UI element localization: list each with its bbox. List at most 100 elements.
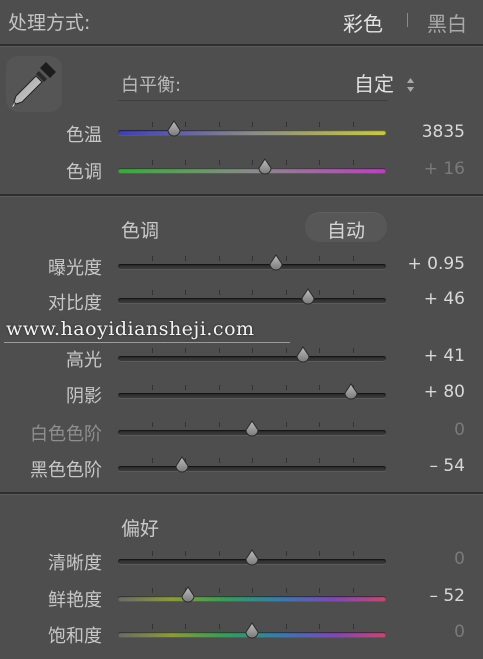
blacks-slider[interactable] [118,466,386,471]
highlights-value[interactable]: + 41 [375,346,465,366]
eyedropper-button[interactable] [6,56,62,112]
slider-thumb[interactable] [257,158,273,176]
temp-value[interactable]: 3835 [375,122,465,142]
slider-tick [319,624,320,629]
slider-tick [286,122,287,127]
watermark-underline [4,342,290,343]
vibrance-value[interactable]: – 52 [375,586,465,606]
slider-tick [353,551,354,556]
blacks-value[interactable]: – 54 [375,456,465,476]
clarity-value[interactable]: 0 [375,549,465,569]
slider-tick [286,290,287,295]
tone-divider [0,492,483,495]
contrast-slider[interactable] [118,298,386,303]
whites-value[interactable]: 0 [375,420,465,440]
whites-label: 白色色阶 [30,424,102,445]
tint-slider[interactable] [118,168,386,173]
slider-thumb[interactable] [300,288,316,306]
contrast-value[interactable]: + 46 [375,289,465,309]
exposure-slider[interactable] [118,264,386,269]
tone-section-title: 色调 [121,220,160,242]
saturation-label: 饱和度 [48,626,102,647]
slider-tick [152,122,153,127]
slider-tick [319,422,320,427]
slider-tick [319,385,320,390]
slider-tick [353,122,354,127]
up-down-arrows-icon [406,74,415,98]
shadows-label: 阴影 [66,386,102,407]
slider-tick [185,160,186,165]
slider-tick [152,385,153,390]
wb-label: 白平衡: [121,75,182,96]
slider-thumb[interactable] [180,586,196,604]
slider-tick [286,551,287,556]
treatment-color-option[interactable]: 彩色 [343,8,383,37]
slider-tick [286,422,287,427]
slider-thumb[interactable] [268,254,284,272]
slider-tick [353,348,354,353]
slider-tick [353,458,354,463]
slider-tick [185,385,186,390]
shadows-value[interactable]: + 80 [375,382,465,402]
slider-tick [185,422,186,427]
saturation-value[interactable]: 0 [375,622,465,642]
slider-tick [152,160,153,165]
temp-slider[interactable] [118,130,386,135]
wb-underline [118,100,388,101]
blacks-label: 黑色色阶 [30,460,102,481]
presence-section-title: 偏好 [121,518,160,540]
slider-tick [353,624,354,629]
vibrance-slider[interactable] [118,596,386,601]
slider-thumb[interactable] [343,383,359,401]
slider-tick [219,458,220,463]
slider-tick [152,290,153,295]
slider-thumb[interactable] [166,120,182,138]
slider-tick [219,122,220,127]
slider-tick [219,256,220,261]
slider-tick [152,624,153,629]
slider-tick [185,122,186,127]
slider-thumb[interactable] [295,346,311,364]
treatment-label: 处理方式: [8,12,91,34]
contrast-label: 对比度 [48,293,102,314]
slider-tick [286,588,287,593]
slider-tick [319,256,320,261]
treatment-bw-option[interactable]: 黑白 [427,8,467,37]
slider-tick [252,256,253,261]
slider-thumb[interactable] [244,549,260,567]
auto-tone-button[interactable]: 自动 [305,212,387,242]
slider-tick [252,385,253,390]
exposure-value[interactable]: + 0.95 [375,254,466,274]
slider-tick [353,256,354,261]
highlights-label: 高光 [66,350,102,371]
slider-tick [185,348,186,353]
slider-tick [152,458,153,463]
clarity-label: 清晰度 [48,553,102,574]
slider-tick [152,422,153,427]
slider-tick [286,348,287,353]
slider-tick [319,290,320,295]
slider-tick [152,551,153,556]
slider-tick [286,385,287,390]
slider-tick [286,624,287,629]
eyedropper-icon [6,56,62,116]
slider-tick [252,588,253,593]
slider-tick [185,551,186,556]
tint-value[interactable]: + 16 [375,159,465,179]
slider-tick [219,422,220,427]
slider-tick [319,160,320,165]
wb-select[interactable]: 自定 [354,68,415,98]
highlights-slider[interactable] [118,356,386,361]
slider-tick [152,256,153,261]
auto-tone-label: 自动 [326,220,365,242]
slider-thumb[interactable] [244,420,260,438]
slider-tick [319,458,320,463]
slider-tick [252,160,253,165]
slider-tick [219,385,220,390]
slider-thumb[interactable] [244,622,260,640]
slider-thumb[interactable] [174,456,190,474]
slider-tick [185,256,186,261]
slider-tick [319,551,320,556]
temp-label: 色温 [66,125,102,146]
slider-tick [319,122,320,127]
